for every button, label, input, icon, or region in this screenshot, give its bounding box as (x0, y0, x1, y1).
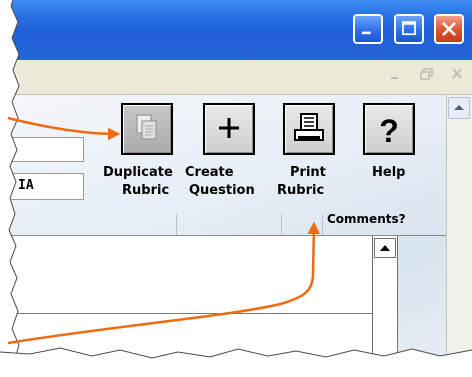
column-separator (176, 214, 177, 236)
mdi-close-icon[interactable] (452, 68, 462, 79)
top-text-field[interactable] (0, 137, 84, 162)
minimize-button[interactable] (353, 14, 383, 44)
close-icon (442, 22, 456, 36)
printer-icon (294, 113, 324, 141)
comments-column-header: Comments? (327, 212, 406, 226)
help-label: Help (372, 165, 406, 180)
text-field[interactable] (0, 173, 84, 200)
scroll-up-arrow-icon (454, 105, 464, 110)
create-question-button[interactable] (203, 103, 255, 155)
create-label-line2: Question (189, 183, 255, 198)
window-vertical-scrollbar[interactable] (446, 95, 472, 377)
comments-panel[interactable] (0, 236, 372, 377)
scroll-up-arrow-icon (380, 245, 390, 251)
minimize-icon (361, 31, 371, 35)
duplicate-label-line2: Rubric (122, 183, 170, 198)
question-icon: ? (379, 113, 399, 149)
column-separator (322, 214, 323, 236)
documents-icon (136, 114, 157, 140)
column-separator (281, 214, 282, 236)
duplicate-rubric-button[interactable] (121, 103, 173, 155)
close-button[interactable] (434, 14, 464, 44)
print-label-line1: Print (290, 165, 326, 180)
mdi-minimize-icon[interactable] (391, 77, 398, 79)
text-field-value: IA (18, 178, 34, 193)
scroll-up-button[interactable] (448, 97, 470, 119)
help-button[interactable]: ? (363, 103, 415, 155)
mdi-window-controls (391, 68, 462, 80)
plus-icon (219, 118, 239, 138)
panel-row-divider (0, 313, 372, 314)
create-label-line1: Create (185, 165, 234, 180)
maximize-icon (402, 21, 416, 36)
panel-scroll-up-button[interactable] (374, 238, 396, 258)
screenshot-stage: IA ? Duplicate Rubric Create Question Pr… (0, 0, 472, 377)
maximize-button[interactable] (394, 14, 424, 44)
svg-text:?: ? (379, 113, 399, 149)
duplicate-label-line1: Duplicate (103, 165, 173, 180)
mdi-restore-icon[interactable] (420, 68, 433, 80)
print-rubric-button[interactable] (283, 103, 335, 155)
print-label-line2: Rubric (277, 183, 325, 198)
